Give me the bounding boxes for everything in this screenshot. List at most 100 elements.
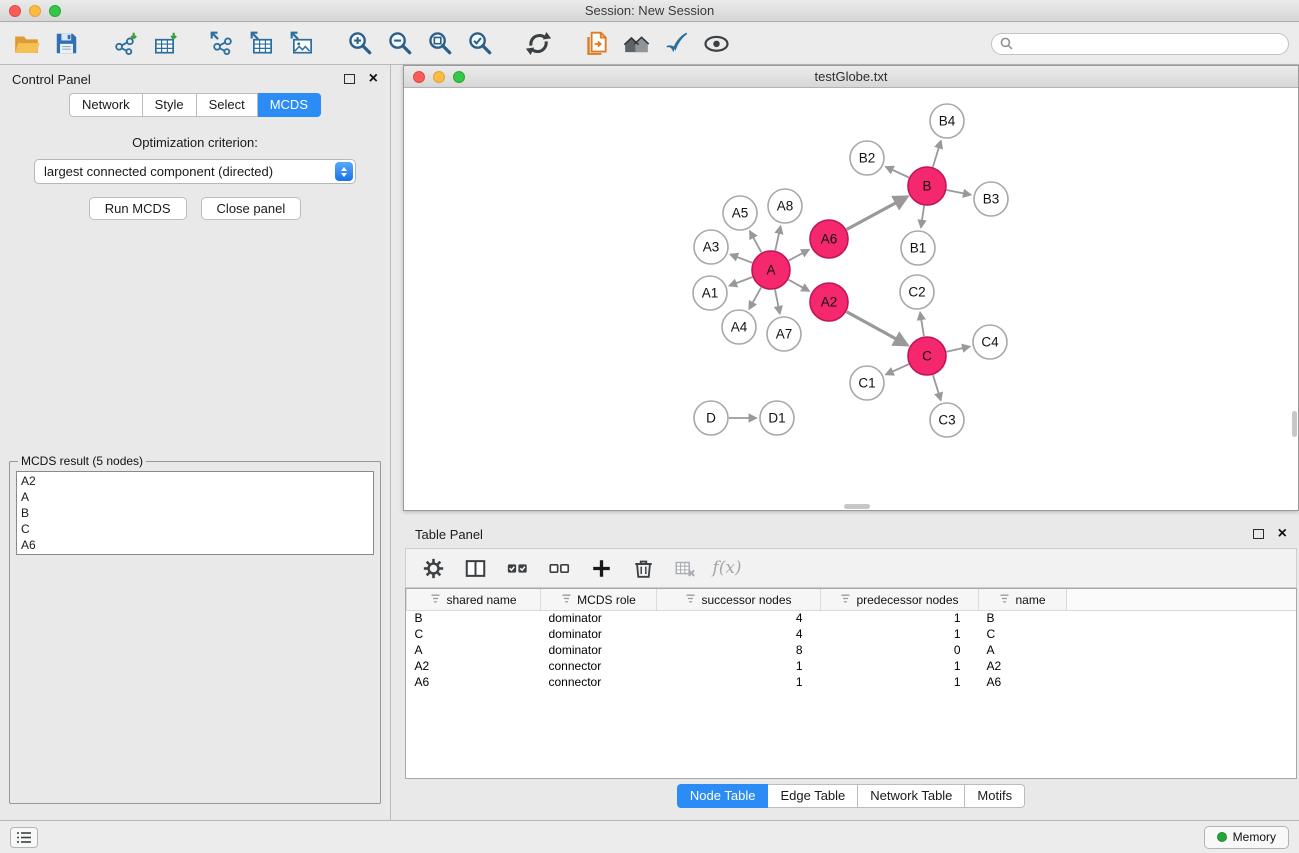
export-network-button[interactable] xyxy=(206,28,238,60)
table-cell[interactable]: C xyxy=(407,626,541,642)
graph-node-A1[interactable]: A1 xyxy=(693,276,727,310)
float-table-panel-icon[interactable] xyxy=(1253,529,1264,539)
graph-node-B[interactable]: B xyxy=(908,167,946,205)
table-cell[interactable]: 0 xyxy=(821,642,979,658)
table-cell[interactable]: 1 xyxy=(821,626,979,642)
graph-node-A5[interactable]: A5 xyxy=(723,196,757,230)
delete-column-button[interactable] xyxy=(630,555,656,581)
graph-edge-A-A5[interactable] xyxy=(750,231,761,252)
close-window-icon[interactable] xyxy=(9,5,21,17)
result-item[interactable]: B xyxy=(21,505,369,521)
table-cell[interactable]: dominator xyxy=(541,642,657,658)
close-panel-icon[interactable]: × xyxy=(369,72,378,86)
create-column-button[interactable] xyxy=(588,555,614,581)
column-header-shared-name[interactable]: shared name xyxy=(407,589,541,610)
graph-edge-B-B3[interactable] xyxy=(947,190,971,195)
run-mcds-button[interactable]: Run MCDS xyxy=(89,197,187,220)
export-table-button[interactable] xyxy=(246,28,278,60)
control-tab-network[interactable]: Network xyxy=(69,93,143,117)
graph-edge-C-C1[interactable] xyxy=(886,364,909,374)
delete-table-button[interactable] xyxy=(672,555,698,581)
optimization-criterion-dropdown[interactable]: largest connected component (directed) xyxy=(34,159,356,184)
table-cell[interactable]: 1 xyxy=(821,658,979,674)
graph-node-D1[interactable]: D1 xyxy=(760,401,794,435)
graph-edge-B-B2[interactable] xyxy=(886,167,909,178)
network-zoom-icon[interactable] xyxy=(453,71,465,83)
close-panel-button[interactable]: Close panel xyxy=(201,197,302,220)
table-mode-button[interactable] xyxy=(420,555,446,581)
column-header-successor-nodes[interactable]: successor nodes xyxy=(657,589,821,610)
apply-style-button[interactable] xyxy=(660,28,692,60)
graph-node-C1[interactable]: C1 xyxy=(850,366,884,400)
graph-node-C4[interactable]: C4 xyxy=(973,325,1007,359)
network-minimize-icon[interactable] xyxy=(433,71,445,83)
zoom-in-button[interactable] xyxy=(344,28,376,60)
network-canvas[interactable]: AA6A2BCA5A8A3A1A4A7B2B4B3B1C2C4C1C3DD1 xyxy=(404,88,1298,510)
zoom-fit-button[interactable] xyxy=(424,28,456,60)
show-graphics-button[interactable] xyxy=(700,28,732,60)
import-table-button[interactable] xyxy=(148,28,180,60)
graph-node-B3[interactable]: B3 xyxy=(974,182,1008,216)
graph-edge-C-C2[interactable] xyxy=(920,313,924,337)
table-cell[interactable]: connector xyxy=(541,674,657,690)
table-row[interactable]: Cdominator41C xyxy=(407,626,1297,642)
result-item[interactable]: A2 xyxy=(21,473,369,489)
column-header-predecessor-nodes[interactable]: predecessor nodes xyxy=(821,589,979,610)
graph-node-A4[interactable]: A4 xyxy=(722,310,756,344)
table-cell[interactable]: A2 xyxy=(407,658,541,674)
result-item[interactable]: C xyxy=(21,521,369,537)
table-cell[interactable]: B xyxy=(407,610,541,626)
table-row[interactable]: Adominator80A xyxy=(407,642,1297,658)
table-cell[interactable]: connector xyxy=(541,658,657,674)
apply-layout-button[interactable] xyxy=(522,28,554,60)
search-field[interactable] xyxy=(991,33,1289,55)
function-builder-button[interactable]: f(x) xyxy=(714,555,740,581)
control-tab-style[interactable]: Style xyxy=(143,93,197,117)
table-cell[interactable]: 1 xyxy=(657,674,821,690)
table-cell[interactable]: 8 xyxy=(657,642,821,658)
vertical-scrollbar-thumb[interactable] xyxy=(1292,411,1297,437)
graph-node-B1[interactable]: B1 xyxy=(901,231,935,265)
home-button[interactable] xyxy=(620,28,652,60)
task-history-button[interactable] xyxy=(10,827,38,848)
graph-edge-C-C3[interactable] xyxy=(933,375,941,400)
table-cell[interactable]: A2 xyxy=(979,658,1067,674)
control-tab-select[interactable]: Select xyxy=(197,93,258,117)
graph-edge-B-B4[interactable] xyxy=(933,141,941,167)
graph-edge-A-A6[interactable] xyxy=(789,250,809,261)
result-item[interactable]: A6 xyxy=(21,537,369,553)
column-header-MCDS-role[interactable]: MCDS role xyxy=(541,589,657,610)
graph-edge-A-A8[interactable] xyxy=(775,227,780,251)
table-cell[interactable]: 1 xyxy=(821,610,979,626)
graph-edge-A-A4[interactable] xyxy=(749,287,761,308)
table-tab-network-table[interactable]: Network Table xyxy=(858,784,965,808)
table-cell[interactable]: dominator xyxy=(541,610,657,626)
table-cell[interactable]: B xyxy=(979,610,1067,626)
table-row[interactable]: A2connector11A2 xyxy=(407,658,1297,674)
minimize-window-icon[interactable] xyxy=(29,5,41,17)
graph-edge-A-A3[interactable] xyxy=(731,255,753,263)
column-header-name[interactable]: name xyxy=(979,589,1067,610)
graph-edge-A6-B[interactable] xyxy=(847,197,907,230)
table-cell[interactable]: A xyxy=(407,642,541,658)
graph-edge-B-B1[interactable] xyxy=(921,206,924,227)
graph-node-B2[interactable]: B2 xyxy=(850,141,884,175)
select-all-button[interactable] xyxy=(504,555,530,581)
table-cell[interactable]: 1 xyxy=(821,674,979,690)
show-columns-button[interactable] xyxy=(462,555,488,581)
control-tab-mcds[interactable]: MCDS xyxy=(258,93,321,117)
zoom-selected-button[interactable] xyxy=(464,28,496,60)
graph-node-C3[interactable]: C3 xyxy=(930,403,964,437)
open-session-button[interactable] xyxy=(10,28,42,60)
horizontal-scrollbar-thumb[interactable] xyxy=(844,504,870,509)
graph-node-C[interactable]: C xyxy=(908,337,946,375)
table-cell[interactable]: 4 xyxy=(657,610,821,626)
export-image-button[interactable] xyxy=(286,28,318,60)
table-tab-motifs[interactable]: Motifs xyxy=(965,784,1025,808)
zoom-window-icon[interactable] xyxy=(49,5,61,17)
table-cell[interactable]: 1 xyxy=(657,658,821,674)
graph-node-A[interactable]: A xyxy=(752,251,790,289)
network-close-icon[interactable] xyxy=(413,71,425,83)
table-row[interactable]: Bdominator41B xyxy=(407,610,1297,626)
graph-edge-C-C4[interactable] xyxy=(947,347,970,352)
